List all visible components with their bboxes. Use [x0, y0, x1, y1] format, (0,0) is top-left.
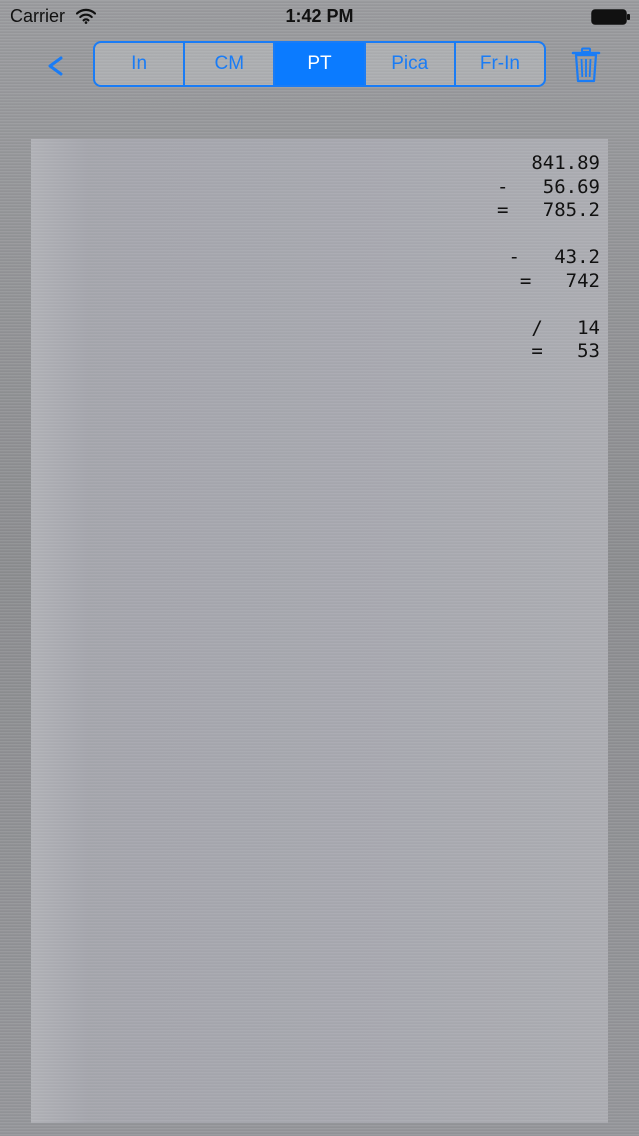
segment-fr-in[interactable]: Fr-In — [456, 43, 544, 85]
segment-cm[interactable]: CM — [185, 43, 276, 85]
tape-line: / 14 — [531, 316, 600, 339]
clear-tape-button[interactable] — [566, 44, 606, 86]
tape-line: = 53 — [531, 340, 600, 362]
calculator-tape: 841.89 - 56.69 = 785.2 - 43.2 = 742 / 14… — [31, 139, 608, 1123]
tape-line-blank — [497, 293, 600, 317]
tape-line: 841.89 — [531, 152, 600, 174]
tape-line-blank — [497, 223, 600, 247]
segment-pica[interactable]: Pica — [366, 43, 456, 85]
tape-line: - 43.2 — [508, 246, 600, 268]
trash-icon — [571, 47, 601, 83]
chevron-left-icon — [48, 56, 63, 76]
battery-icon — [591, 9, 630, 25]
tape-line: = 785.2 — [497, 199, 600, 221]
status-bar: Carrier 1:42 PM — [0, 0, 639, 34]
segment-pt[interactable]: PT — [275, 43, 366, 85]
unit-segmented-control: In CM PT Pica Fr-In — [93, 41, 546, 87]
segment-in[interactable]: In — [95, 43, 186, 85]
tape-line: - 56.69 — [497, 175, 600, 198]
clock: 1:42 PM — [285, 6, 354, 26]
back-button[interactable] — [36, 46, 74, 86]
tape-line: = 742 — [519, 269, 600, 292]
tape-lines: 841.89 - 56.69 = 785.2 - 43.2 = 742 / 14… — [497, 152, 600, 364]
